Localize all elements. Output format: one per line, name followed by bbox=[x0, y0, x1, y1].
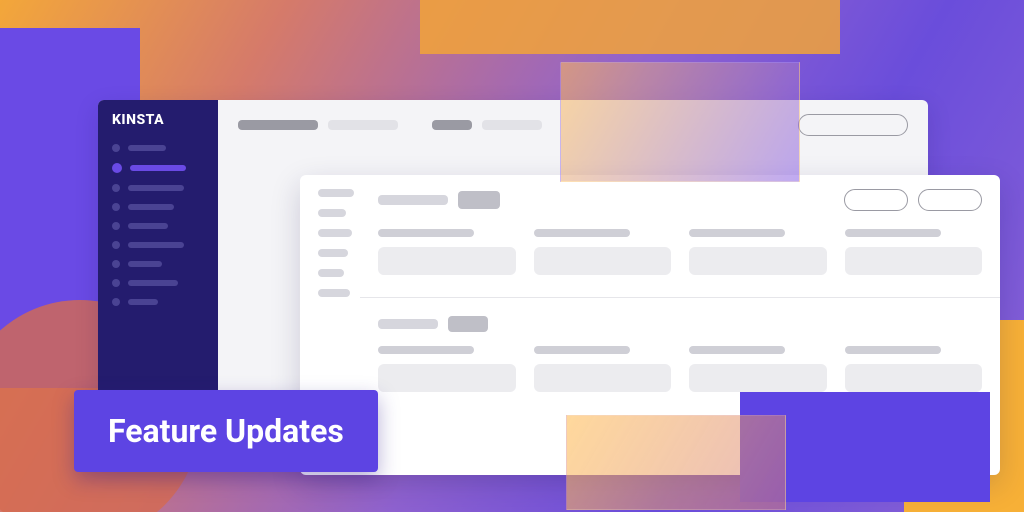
stat-value-skeleton bbox=[845, 364, 983, 392]
stat-card bbox=[534, 346, 672, 392]
stat-label-skeleton bbox=[689, 229, 785, 237]
section-title-skeleton bbox=[378, 319, 438, 329]
nav-dot-icon bbox=[112, 203, 120, 211]
stat-value-skeleton bbox=[378, 247, 516, 275]
secondary-nav-item[interactable] bbox=[318, 269, 344, 277]
stat-label-skeleton bbox=[845, 229, 941, 237]
stat-value-skeleton bbox=[534, 247, 672, 275]
stat-label-skeleton bbox=[534, 346, 630, 354]
stat-card bbox=[378, 229, 516, 275]
stat-card bbox=[689, 346, 827, 392]
sidebar-item-label bbox=[128, 299, 158, 305]
sidebar-item[interactable] bbox=[112, 203, 204, 211]
stat-card bbox=[378, 346, 516, 392]
stat-label-skeleton bbox=[845, 346, 941, 354]
content-area bbox=[378, 189, 982, 392]
topbar-action-button[interactable] bbox=[798, 114, 908, 136]
nav-dot-icon bbox=[112, 144, 120, 152]
secondary-nav-item[interactable] bbox=[318, 249, 348, 257]
sidebar-item[interactable] bbox=[112, 222, 204, 230]
nav-dot-icon bbox=[112, 222, 120, 230]
sidebar-item-label bbox=[128, 280, 178, 286]
sidebar-item-active[interactable] bbox=[112, 163, 204, 173]
brand-logo: KINSTA bbox=[112, 112, 204, 128]
stat-value-skeleton bbox=[845, 247, 983, 275]
content-header bbox=[378, 189, 982, 211]
sidebar-item[interactable] bbox=[112, 279, 204, 287]
secondary-nav-item[interactable] bbox=[318, 229, 352, 237]
headline-badge: Feature Updates bbox=[74, 390, 378, 472]
action-button[interactable] bbox=[844, 189, 908, 211]
topbar-label-skeleton bbox=[432, 120, 472, 130]
nav-dot-icon bbox=[112, 184, 120, 192]
stat-label-skeleton bbox=[378, 229, 474, 237]
sidebar-item[interactable] bbox=[112, 260, 204, 268]
secondary-nav-item[interactable] bbox=[318, 209, 346, 217]
stat-card bbox=[845, 229, 983, 275]
action-button[interactable] bbox=[918, 189, 982, 211]
stat-label-skeleton bbox=[378, 346, 474, 354]
sidebar-item[interactable] bbox=[112, 144, 204, 152]
nav-dot-icon bbox=[112, 260, 120, 268]
page-title-skeleton bbox=[378, 195, 448, 205]
promo-canvas: KINSTA bbox=[0, 0, 1024, 512]
stat-value-skeleton bbox=[534, 364, 672, 392]
stat-label-skeleton bbox=[534, 229, 630, 237]
headline-text: Feature Updates bbox=[108, 412, 344, 450]
sidebar-item-label bbox=[128, 185, 184, 191]
sidebar-item-label bbox=[128, 261, 162, 267]
nav-dot-icon bbox=[112, 241, 120, 249]
nav-dot-icon bbox=[112, 163, 122, 173]
status-badge-skeleton bbox=[458, 191, 500, 209]
sidebar-item-label bbox=[130, 165, 186, 171]
stat-value-skeleton bbox=[689, 364, 827, 392]
stat-card bbox=[534, 229, 672, 275]
decorative-glass bbox=[566, 415, 786, 510]
sidebar-item-label bbox=[128, 223, 168, 229]
sidebar-item-label bbox=[128, 204, 174, 210]
stats-grid bbox=[378, 346, 982, 392]
breadcrumb-skeleton bbox=[328, 120, 398, 130]
stat-value-skeleton bbox=[689, 247, 827, 275]
sidebar-item[interactable] bbox=[112, 241, 204, 249]
sidebar-item-label bbox=[128, 145, 166, 151]
breadcrumb-skeleton bbox=[238, 120, 318, 130]
sidebar-item-label bbox=[128, 242, 184, 248]
stat-label-skeleton bbox=[689, 346, 785, 354]
section-header bbox=[378, 316, 982, 332]
section-badge-skeleton bbox=[448, 316, 488, 332]
secondary-nav-item[interactable] bbox=[318, 189, 354, 197]
nav-dot-icon bbox=[112, 279, 120, 287]
nav-dot-icon bbox=[112, 298, 120, 306]
stat-card bbox=[689, 229, 827, 275]
sidebar-item[interactable] bbox=[112, 298, 204, 306]
stat-card bbox=[845, 346, 983, 392]
topbar-label-skeleton bbox=[482, 120, 542, 130]
divider bbox=[360, 297, 1000, 298]
secondary-nav bbox=[318, 189, 362, 309]
decorative-glass bbox=[560, 62, 800, 182]
decorative-block bbox=[420, 0, 840, 54]
sidebar-item[interactable] bbox=[112, 184, 204, 192]
stats-grid bbox=[378, 229, 982, 275]
secondary-nav-item[interactable] bbox=[318, 289, 350, 297]
stat-value-skeleton bbox=[378, 364, 516, 392]
